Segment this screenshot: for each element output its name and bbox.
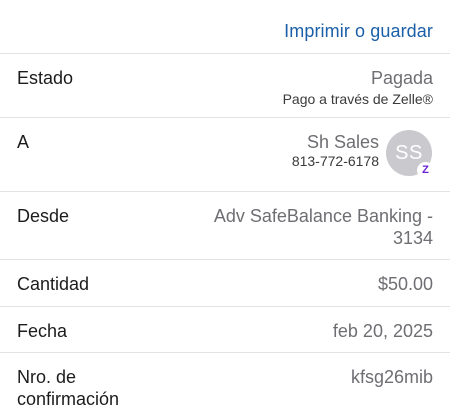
avatar-initials: SS	[395, 141, 423, 164]
zelle-letter: Z	[422, 164, 429, 176]
recipient-row: A Sh Sales 813-772-6178 SS Z	[0, 118, 450, 192]
recipient-label: A	[17, 132, 30, 152]
status-row: Estado Pagada Pago a través de Zelle®	[0, 54, 450, 118]
from-account-line2: 3134	[392, 228, 433, 248]
status-subvalue: Pago a través de Zelle®	[282, 91, 433, 107]
from-label: Desde	[17, 206, 70, 226]
confirmation-value: kfsg26mib	[350, 367, 433, 387]
amount-row: Cantidad $50.00	[0, 260, 450, 307]
from-account-line1: Adv SafeBalance Banking -	[213, 206, 433, 226]
amount-value: $50.00	[377, 274, 433, 294]
print-or-save-link[interactable]: Imprimir o guardar	[284, 20, 433, 42]
amount-label: Cantidad	[17, 274, 90, 294]
confirmation-label-line1: Nro. de	[17, 367, 77, 387]
date-value: feb 20, 2025	[332, 321, 433, 341]
status-value: Pagada	[370, 68, 433, 88]
confirmation-row: Nro. de confirmación kfsg26mib	[0, 353, 450, 409]
recipient-phone: 813-772-6178	[291, 153, 379, 169]
header-bar: Imprimir o guardar	[0, 0, 450, 54]
zelle-badge-icon: Z	[417, 162, 434, 179]
date-label: Fecha	[17, 321, 68, 341]
date-row: Fecha feb 20, 2025	[0, 307, 450, 353]
status-label: Estado	[17, 68, 74, 88]
recipient-name: Sh Sales	[306, 132, 379, 152]
confirmation-label-line2: confirmación	[17, 389, 120, 409]
from-row: Desde Adv SafeBalance Banking - 3134	[0, 192, 450, 260]
